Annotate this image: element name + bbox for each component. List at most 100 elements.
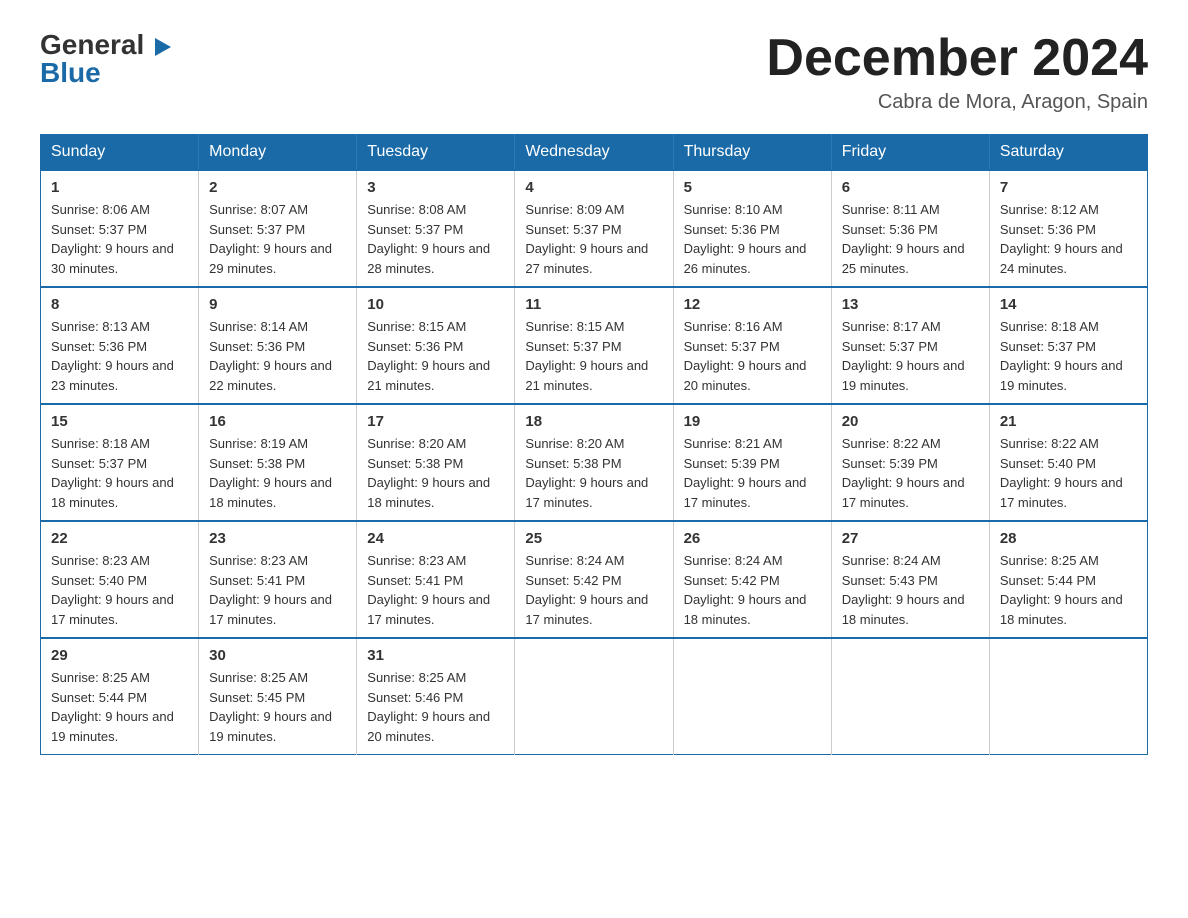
calendar-cell: 24 Sunrise: 8:23 AMSunset: 5:41 PMDaylig… (357, 521, 515, 638)
day-number: 4 (525, 179, 662, 196)
day-info: Sunrise: 8:18 AMSunset: 5:37 PMDaylight:… (1000, 317, 1137, 395)
header-sunday: Sunday (41, 135, 199, 171)
calendar-cell: 29 Sunrise: 8:25 AMSunset: 5:44 PMDaylig… (41, 638, 199, 755)
day-number: 26 (684, 530, 821, 547)
day-info: Sunrise: 8:15 AMSunset: 5:36 PMDaylight:… (367, 317, 504, 395)
month-title: December 2024 (766, 30, 1148, 87)
day-info: Sunrise: 8:25 AMSunset: 5:45 PMDaylight:… (209, 668, 346, 746)
day-info: Sunrise: 8:15 AMSunset: 5:37 PMDaylight:… (525, 317, 662, 395)
calendar-cell: 23 Sunrise: 8:23 AMSunset: 5:41 PMDaylig… (199, 521, 357, 638)
logo-blue: Blue (40, 57, 101, 89)
day-number: 18 (525, 413, 662, 430)
calendar-cell (515, 638, 673, 755)
day-number: 27 (842, 530, 979, 547)
day-info: Sunrise: 8:19 AMSunset: 5:38 PMDaylight:… (209, 434, 346, 512)
day-number: 21 (1000, 413, 1137, 430)
day-info: Sunrise: 8:23 AMSunset: 5:40 PMDaylight:… (51, 551, 188, 629)
logo-general: General (40, 29, 144, 60)
day-info: Sunrise: 8:17 AMSunset: 5:37 PMDaylight:… (842, 317, 979, 395)
day-number: 10 (367, 296, 504, 313)
calendar-cell: 5 Sunrise: 8:10 AMSunset: 5:36 PMDayligh… (673, 170, 831, 287)
day-info: Sunrise: 8:22 AMSunset: 5:40 PMDaylight:… (1000, 434, 1137, 512)
day-number: 29 (51, 647, 188, 664)
day-info: Sunrise: 8:11 AMSunset: 5:36 PMDaylight:… (842, 200, 979, 278)
day-number: 8 (51, 296, 188, 313)
calendar-table: SundayMondayTuesdayWednesdayThursdayFrid… (40, 134, 1148, 755)
calendar-cell: 25 Sunrise: 8:24 AMSunset: 5:42 PMDaylig… (515, 521, 673, 638)
day-number: 2 (209, 179, 346, 196)
calendar-cell: 6 Sunrise: 8:11 AMSunset: 5:36 PMDayligh… (831, 170, 989, 287)
day-info: Sunrise: 8:20 AMSunset: 5:38 PMDaylight:… (525, 434, 662, 512)
day-info: Sunrise: 8:22 AMSunset: 5:39 PMDaylight:… (842, 434, 979, 512)
header-friday: Friday (831, 135, 989, 171)
calendar-cell: 30 Sunrise: 8:25 AMSunset: 5:45 PMDaylig… (199, 638, 357, 755)
calendar-cell: 21 Sunrise: 8:22 AMSunset: 5:40 PMDaylig… (989, 404, 1147, 521)
day-number: 31 (367, 647, 504, 664)
day-number: 19 (684, 413, 821, 430)
day-number: 24 (367, 530, 504, 547)
day-info: Sunrise: 8:23 AMSunset: 5:41 PMDaylight:… (367, 551, 504, 629)
day-number: 15 (51, 413, 188, 430)
day-number: 20 (842, 413, 979, 430)
day-number: 17 (367, 413, 504, 430)
calendar-header-row: SundayMondayTuesdayWednesdayThursdayFrid… (41, 135, 1148, 171)
day-info: Sunrise: 8:12 AMSunset: 5:36 PMDaylight:… (1000, 200, 1137, 278)
day-number: 16 (209, 413, 346, 430)
calendar-cell: 14 Sunrise: 8:18 AMSunset: 5:37 PMDaylig… (989, 287, 1147, 404)
day-info: Sunrise: 8:09 AMSunset: 5:37 PMDaylight:… (525, 200, 662, 278)
calendar-cell: 9 Sunrise: 8:14 AMSunset: 5:36 PMDayligh… (199, 287, 357, 404)
day-info: Sunrise: 8:21 AMSunset: 5:39 PMDaylight:… (684, 434, 821, 512)
day-info: Sunrise: 8:25 AMSunset: 5:44 PMDaylight:… (1000, 551, 1137, 629)
calendar-cell: 16 Sunrise: 8:19 AMSunset: 5:38 PMDaylig… (199, 404, 357, 521)
calendar-week-2: 8 Sunrise: 8:13 AMSunset: 5:36 PMDayligh… (41, 287, 1148, 404)
day-info: Sunrise: 8:25 AMSunset: 5:44 PMDaylight:… (51, 668, 188, 746)
calendar-cell: 11 Sunrise: 8:15 AMSunset: 5:37 PMDaylig… (515, 287, 673, 404)
location: Cabra de Mora, Aragon, Spain (766, 91, 1148, 114)
day-number: 22 (51, 530, 188, 547)
day-info: Sunrise: 8:25 AMSunset: 5:46 PMDaylight:… (367, 668, 504, 746)
calendar-cell: 15 Sunrise: 8:18 AMSunset: 5:37 PMDaylig… (41, 404, 199, 521)
calendar-cell: 10 Sunrise: 8:15 AMSunset: 5:36 PMDaylig… (357, 287, 515, 404)
day-info: Sunrise: 8:16 AMSunset: 5:37 PMDaylight:… (684, 317, 821, 395)
day-number: 25 (525, 530, 662, 547)
calendar-cell: 3 Sunrise: 8:08 AMSunset: 5:37 PMDayligh… (357, 170, 515, 287)
header-tuesday: Tuesday (357, 135, 515, 171)
day-number: 30 (209, 647, 346, 664)
day-info: Sunrise: 8:18 AMSunset: 5:37 PMDaylight:… (51, 434, 188, 512)
header-saturday: Saturday (989, 135, 1147, 171)
page-header: General Blue December 2024 Cabra de Mora… (40, 30, 1148, 114)
calendar-cell: 12 Sunrise: 8:16 AMSunset: 5:37 PMDaylig… (673, 287, 831, 404)
day-number: 12 (684, 296, 821, 313)
calendar-cell (673, 638, 831, 755)
calendar-cell: 22 Sunrise: 8:23 AMSunset: 5:40 PMDaylig… (41, 521, 199, 638)
day-number: 13 (842, 296, 979, 313)
day-info: Sunrise: 8:08 AMSunset: 5:37 PMDaylight:… (367, 200, 504, 278)
header-wednesday: Wednesday (515, 135, 673, 171)
day-number: 6 (842, 179, 979, 196)
calendar-cell: 2 Sunrise: 8:07 AMSunset: 5:37 PMDayligh… (199, 170, 357, 287)
calendar-cell: 20 Sunrise: 8:22 AMSunset: 5:39 PMDaylig… (831, 404, 989, 521)
calendar-cell: 31 Sunrise: 8:25 AMSunset: 5:46 PMDaylig… (357, 638, 515, 755)
calendar-week-5: 29 Sunrise: 8:25 AMSunset: 5:44 PMDaylig… (41, 638, 1148, 755)
day-info: Sunrise: 8:20 AMSunset: 5:38 PMDaylight:… (367, 434, 504, 512)
logo: General Blue (40, 30, 153, 89)
day-info: Sunrise: 8:13 AMSunset: 5:36 PMDaylight:… (51, 317, 188, 395)
calendar-cell: 18 Sunrise: 8:20 AMSunset: 5:38 PMDaylig… (515, 404, 673, 521)
calendar-cell (989, 638, 1147, 755)
day-info: Sunrise: 8:24 AMSunset: 5:42 PMDaylight:… (525, 551, 662, 629)
calendar-cell: 17 Sunrise: 8:20 AMSunset: 5:38 PMDaylig… (357, 404, 515, 521)
header-thursday: Thursday (673, 135, 831, 171)
calendar-cell: 4 Sunrise: 8:09 AMSunset: 5:37 PMDayligh… (515, 170, 673, 287)
day-number: 7 (1000, 179, 1137, 196)
day-number: 28 (1000, 530, 1137, 547)
day-info: Sunrise: 8:24 AMSunset: 5:42 PMDaylight:… (684, 551, 821, 629)
calendar-cell (831, 638, 989, 755)
calendar-cell: 19 Sunrise: 8:21 AMSunset: 5:39 PMDaylig… (673, 404, 831, 521)
calendar-week-3: 15 Sunrise: 8:18 AMSunset: 5:37 PMDaylig… (41, 404, 1148, 521)
title-area: December 2024 Cabra de Mora, Aragon, Spa… (766, 30, 1148, 114)
day-number: 3 (367, 179, 504, 196)
day-number: 5 (684, 179, 821, 196)
calendar-week-4: 22 Sunrise: 8:23 AMSunset: 5:40 PMDaylig… (41, 521, 1148, 638)
calendar-cell: 8 Sunrise: 8:13 AMSunset: 5:36 PMDayligh… (41, 287, 199, 404)
day-info: Sunrise: 8:14 AMSunset: 5:36 PMDaylight:… (209, 317, 346, 395)
